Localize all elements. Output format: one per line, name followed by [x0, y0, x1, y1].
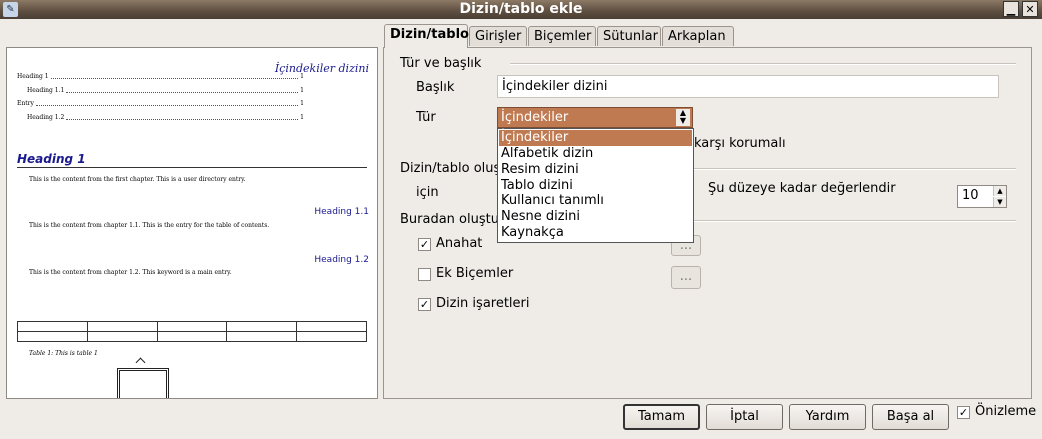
cancel-button[interactable]: İptal	[706, 404, 783, 430]
outline-checkbox[interactable]: ✓	[418, 238, 431, 251]
preview-body-text: This is the content from the first chapt…	[29, 176, 246, 183]
section-create-index: Dizin/tablo oluş	[400, 161, 501, 176]
preview-heading-1-2: Heading 1.2	[314, 255, 369, 265]
picture-hook-icon	[135, 357, 146, 368]
preview-toc-entry: Heading 1.2 1	[27, 114, 304, 121]
tab-entries[interactable]: Girişler	[469, 26, 527, 46]
ok-button[interactable]: Tamam	[623, 404, 700, 430]
preview-toc-entry: Entry 1	[17, 100, 304, 107]
tab-columns[interactable]: Sütunlar	[597, 26, 661, 46]
window-title: Dizin/tablo ekle	[459, 1, 583, 17]
type-option[interactable]: Resim dizini	[499, 162, 692, 178]
type-label: Tür	[416, 110, 436, 125]
for-label: için	[416, 185, 439, 200]
type-option[interactable]: Alfabetik dizin	[499, 146, 692, 162]
type-select[interactable]: İçindekiler ▲ ▼	[497, 107, 693, 128]
protected-label[interactable]: karşı korumalı	[694, 136, 786, 151]
close-icon[interactable]: ✕	[1022, 1, 1038, 17]
title-label: Başlık	[416, 80, 455, 95]
preview-heading-1-1: Heading 1.1	[314, 207, 369, 217]
evaluate-level-label: Şu düzeye kadar değerlendir	[708, 181, 896, 196]
type-option[interactable]: Tablo dizini	[499, 178, 692, 194]
spin-down-icon[interactable]: ▼	[993, 197, 1006, 207]
section-separator	[694, 168, 1016, 170]
tab-background[interactable]: Arkaplan	[662, 26, 734, 46]
preview-toc-entry: Heading 1.1 1	[27, 87, 304, 94]
outline-label[interactable]: Anahat	[436, 236, 482, 251]
section-create-from: Buradan oluştu	[400, 212, 499, 227]
type-option[interactable]: Kullanıcı tanımlı	[499, 193, 692, 209]
preview-picture-icon	[117, 368, 169, 398]
preview-pane: İçindekiler dizini Heading 11 Heading 1.…	[6, 47, 378, 399]
updown-arrow-icon: ▲ ▼	[676, 109, 690, 126]
extra-styles-checkbox[interactable]	[418, 268, 431, 281]
index-marks-label[interactable]: Dizin işaretleri	[436, 296, 530, 311]
preview-checkbox[interactable]: ✓	[957, 406, 970, 419]
spin-up-icon[interactable]: ▲	[993, 186, 1006, 196]
help-button[interactable]: Yardım	[789, 404, 866, 430]
preview-label[interactable]: Önizleme	[975, 404, 1036, 419]
section-separator	[510, 63, 1016, 65]
preview-table	[17, 321, 367, 342]
level-spinbox[interactable]: 10 ▲ ▼	[957, 185, 1007, 208]
type-option[interactable]: İçindekiler	[499, 130, 692, 146]
type-dropdown-list[interactable]: İçindekiler Alfabetik dizin Resim dizini…	[497, 128, 694, 243]
preview-heading-1: Heading 1	[17, 152, 86, 166]
title-bar: ✎ Dizin/tablo ekle ▁ ✕	[0, 0, 1042, 19]
section-separator	[694, 220, 1016, 222]
type-option[interactable]: Nesne dizini	[499, 209, 692, 225]
preview-divider	[17, 167, 367, 168]
preview-caption: Table 1: This is table 1	[29, 350, 98, 357]
tab-styles[interactable]: Biçemler	[528, 26, 596, 46]
preview-toc-entry: Heading 11	[17, 73, 304, 80]
reset-button[interactable]: Başa al	[872, 404, 949, 430]
tab-index-table[interactable]: Dizin/tablo	[384, 24, 469, 48]
index-marks-checkbox[interactable]: ✓	[418, 298, 431, 311]
minimize-icon[interactable]: ▁	[1003, 1, 1019, 17]
preview-body-text: This is the content from chapter 1.2. Th…	[29, 269, 232, 276]
title-input[interactable]: İçindekiler dizini	[497, 75, 999, 98]
preview-body-text: This is the content from chapter 1.1. Th…	[29, 222, 270, 229]
type-option[interactable]: Kaynakça	[499, 225, 692, 241]
extra-styles-options-button[interactable]: ...	[671, 266, 701, 289]
extra-styles-label[interactable]: Ek Biçemler	[436, 266, 513, 281]
section-type-title: Tür ve başlık	[400, 56, 482, 71]
